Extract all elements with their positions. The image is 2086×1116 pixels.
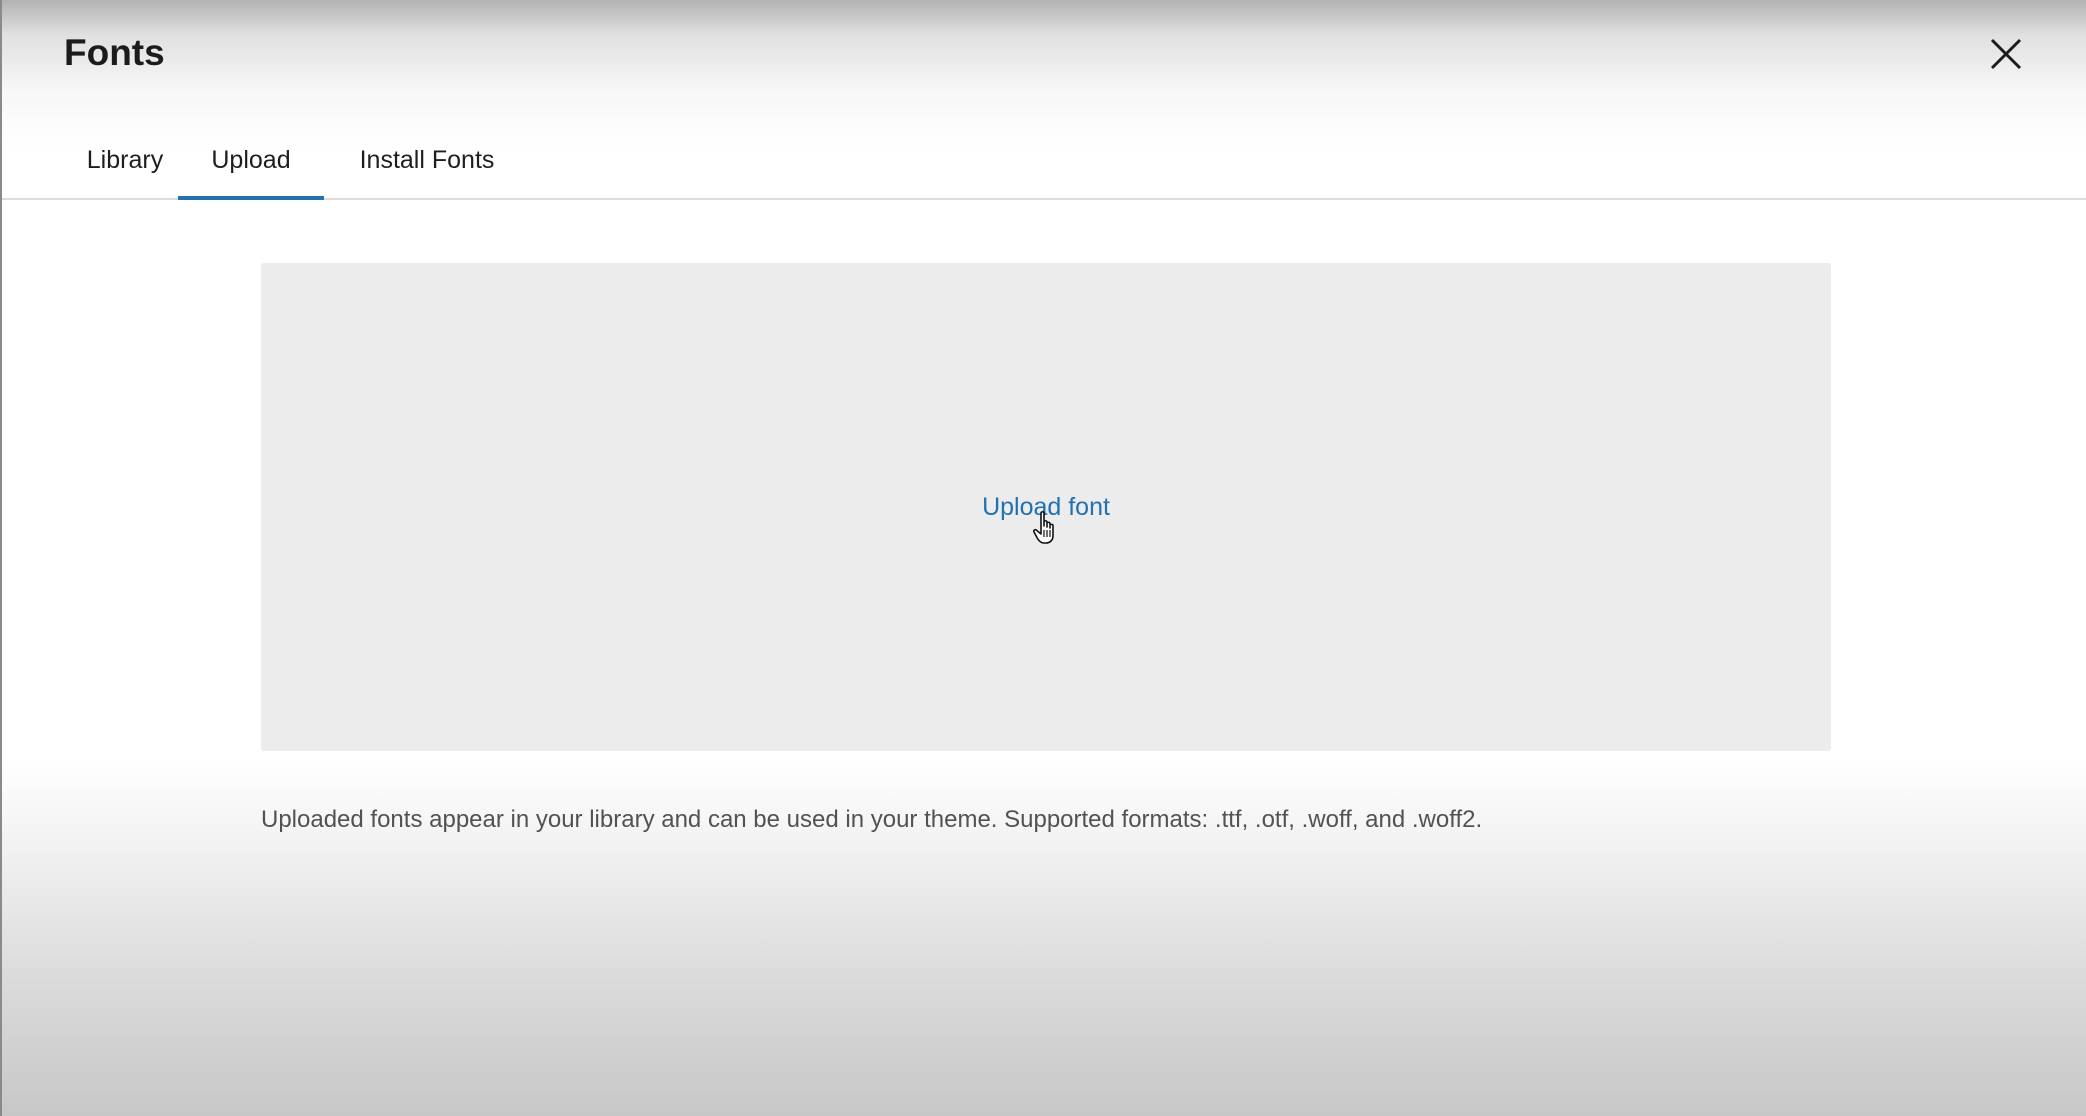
tab-list: Library Upload Install Fonts xyxy=(2,120,2086,200)
hand-pointer-icon xyxy=(1032,510,1062,551)
close-icon xyxy=(1984,32,2028,76)
modal-title: Fonts xyxy=(64,32,165,73)
active-tab-indicator xyxy=(178,196,324,200)
tab-upload[interactable]: Upload xyxy=(178,120,324,200)
upload-help-text: Uploaded fonts appear in your library an… xyxy=(261,806,1483,833)
fonts-modal: Fonts Library Upload Install Fonts Uploa… xyxy=(0,0,2086,1116)
tab-install-fonts[interactable]: Install Fonts xyxy=(354,120,500,200)
upload-dropzone[interactable]: Upload font xyxy=(261,263,1831,751)
close-button[interactable] xyxy=(1984,32,2028,76)
tab-library[interactable]: Library xyxy=(64,120,186,200)
